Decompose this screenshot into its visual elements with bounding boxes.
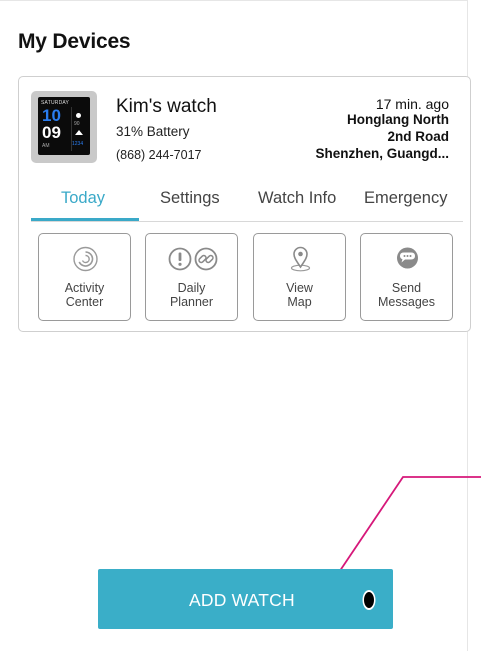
annotation-pointer-line [322, 476, 481, 597]
add-watch-label: ADD WATCH [189, 590, 295, 610]
add-watch-button[interactable]: ADD WATCH [98, 569, 393, 629]
touch-cursor-icon [362, 590, 376, 610]
